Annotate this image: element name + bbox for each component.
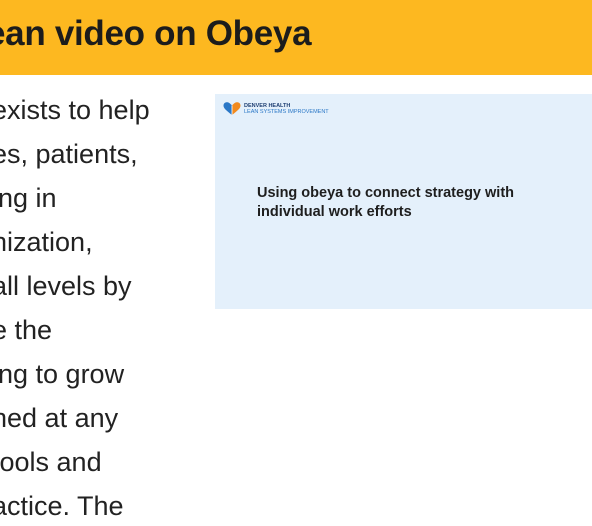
video-title: Using obeya to connect strategy with ind… <box>257 185 515 220</box>
body-text-line: exists to help <box>0 95 150 125</box>
body-text-line: nization, <box>0 227 93 257</box>
section-banner: ean video on Obeya <box>0 0 592 75</box>
body-paragraph: exists to help es, patients, ing in niza… <box>0 88 192 526</box>
body-text-line: all levels by <box>0 271 132 301</box>
body-text-line: hed at any <box>0 403 119 433</box>
body-text-line: ing to grow <box>0 359 125 389</box>
body-text-line: es, patients, <box>0 139 138 169</box>
body-text-line: tools and <box>0 447 102 477</box>
section-title: ean video on Obeya <box>0 14 312 53</box>
heart-logo-icon <box>223 102 241 115</box>
body-text-line: e the <box>0 315 53 345</box>
body-text-line: ing in <box>0 183 57 213</box>
logo-subtitle: LEAN SYSTEMS IMPROVEMENT <box>244 109 329 115</box>
body-text-line: actice. The <box>0 491 124 521</box>
video-thumbnail[interactable]: DENVER HEALTH LEAN SYSTEMS IMPROVEMENT U… <box>215 94 592 309</box>
denver-health-logo: DENVER HEALTH LEAN SYSTEMS IMPROVEMENT <box>223 101 329 117</box>
